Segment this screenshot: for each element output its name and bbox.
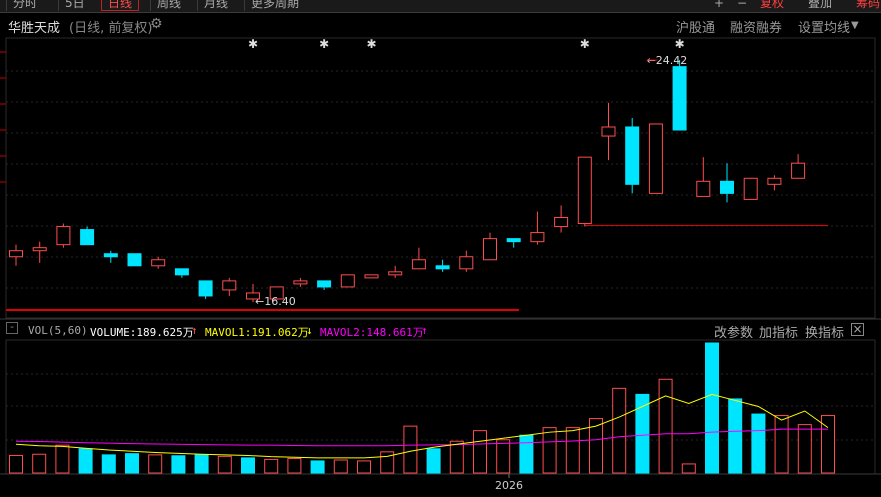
volume-bar-15 bbox=[357, 460, 371, 474]
candle-body-4 bbox=[103, 253, 118, 258]
volume-bar-32 bbox=[751, 413, 766, 474]
min-price-label: ←16.40 bbox=[255, 295, 296, 308]
candle-body-6 bbox=[151, 259, 166, 267]
candle-body-15 bbox=[364, 274, 379, 279]
volume-bar-28 bbox=[658, 378, 673, 474]
candle-body-1 bbox=[32, 247, 47, 252]
candle-body-22 bbox=[530, 232, 545, 243]
volume-bar-18 bbox=[426, 448, 441, 474]
mavol1-arrow: ↓ bbox=[306, 324, 313, 337]
candle-body-17 bbox=[411, 259, 426, 270]
candle-body-26 bbox=[625, 126, 640, 185]
candle-body-9 bbox=[222, 280, 237, 291]
close-icon[interactable]: × bbox=[851, 323, 864, 336]
volume-bar-26 bbox=[612, 387, 627, 474]
candle-body-2 bbox=[56, 226, 71, 246]
volume-bar-31 bbox=[728, 398, 743, 474]
candle-body-20 bbox=[483, 238, 497, 261]
mavol2-arrow: ↑ bbox=[421, 324, 428, 337]
mavol2-value: MAVOL2:148.661万 bbox=[320, 326, 424, 339]
volume-bar-22 bbox=[519, 434, 534, 474]
candle-body-28 bbox=[672, 66, 687, 131]
candle-body-7 bbox=[174, 268, 189, 276]
volume-bar-19 bbox=[449, 440, 464, 474]
volume-bar-34 bbox=[797, 424, 812, 474]
volume-bar-24 bbox=[565, 427, 580, 474]
volume-bar-8 bbox=[194, 454, 209, 474]
candle-body-29 bbox=[696, 180, 711, 197]
candle-body-13 bbox=[317, 280, 332, 288]
x-axis-year-label: 2026 bbox=[495, 479, 523, 492]
edit-params-button[interactable]: 改参数 bbox=[714, 322, 753, 341]
event-star-1: ✱ bbox=[319, 37, 329, 51]
volume-bar-0 bbox=[9, 454, 23, 474]
volume-bar-5 bbox=[125, 453, 139, 474]
candle-body-0 bbox=[9, 250, 23, 258]
volume-bar-13 bbox=[310, 460, 325, 474]
vol-indicator-name: VOL(5,60) bbox=[28, 324, 88, 337]
mavol1-value: MAVOL1:191.062万 bbox=[205, 326, 309, 339]
volume-bar-3 bbox=[78, 448, 93, 474]
candle-body-3 bbox=[80, 229, 95, 246]
volume-bar-1 bbox=[32, 453, 47, 474]
volume-bar-29 bbox=[681, 463, 696, 474]
collapse-icon[interactable]: - bbox=[6, 321, 18, 334]
change-indicator-button[interactable]: 换指标 bbox=[805, 322, 844, 341]
volume-bar-30 bbox=[705, 342, 719, 474]
volume-bar-14 bbox=[333, 459, 348, 474]
volume-bar-21 bbox=[496, 439, 511, 474]
candlestick-chart: ✱ ✱ ✱ ✱ ✱←24.42←16.402026 bbox=[0, 37, 881, 492]
event-star-3: ✱ bbox=[580, 37, 590, 51]
volume-bar-7 bbox=[171, 455, 186, 474]
volume-bar-17 bbox=[403, 425, 418, 474]
volume-bar-2 bbox=[55, 444, 70, 474]
volume-bar-10 bbox=[241, 457, 255, 474]
candle-body-25 bbox=[601, 126, 616, 137]
volume-value: VOLUME:189.625万 bbox=[90, 326, 194, 339]
add-indicator-button[interactable]: 加指标 bbox=[759, 322, 798, 341]
candle-body-14 bbox=[340, 274, 355, 288]
event-star-4: ✱ bbox=[675, 37, 685, 51]
candle-body-32 bbox=[767, 177, 782, 185]
volume-bar-4 bbox=[101, 454, 116, 474]
candle-body-16 bbox=[388, 271, 403, 276]
candle-body-12 bbox=[293, 280, 308, 285]
volume-bar-6 bbox=[148, 454, 163, 474]
event-star-2: ✱ bbox=[366, 37, 376, 51]
volume-bar-20 bbox=[473, 430, 487, 474]
volume-bar-12 bbox=[287, 457, 302, 474]
candle-body-5 bbox=[127, 253, 142, 267]
candle-body-21 bbox=[506, 238, 521, 243]
volume-bar-23 bbox=[542, 427, 557, 474]
volume-header: - VOL(5,60) VOLUME:189.625万 ↑ MAVOL1:191… bbox=[0, 320, 881, 341]
volume-bar-11 bbox=[264, 458, 279, 474]
candle-body-24 bbox=[577, 156, 592, 225]
candle-body-27 bbox=[648, 123, 663, 194]
candle-body-30 bbox=[720, 180, 734, 194]
volume-arrow: ↑ bbox=[191, 324, 198, 337]
event-star-0: ✱ bbox=[248, 37, 258, 51]
candle-body-23 bbox=[554, 217, 569, 228]
candle-body-19 bbox=[459, 256, 474, 270]
candle-body-33 bbox=[791, 162, 806, 179]
candle-body-31 bbox=[743, 177, 758, 200]
volume-bar-33 bbox=[774, 415, 789, 474]
volume-bar-9 bbox=[217, 455, 232, 474]
candle-body-18 bbox=[435, 265, 450, 270]
candle-body-8 bbox=[198, 280, 213, 297]
